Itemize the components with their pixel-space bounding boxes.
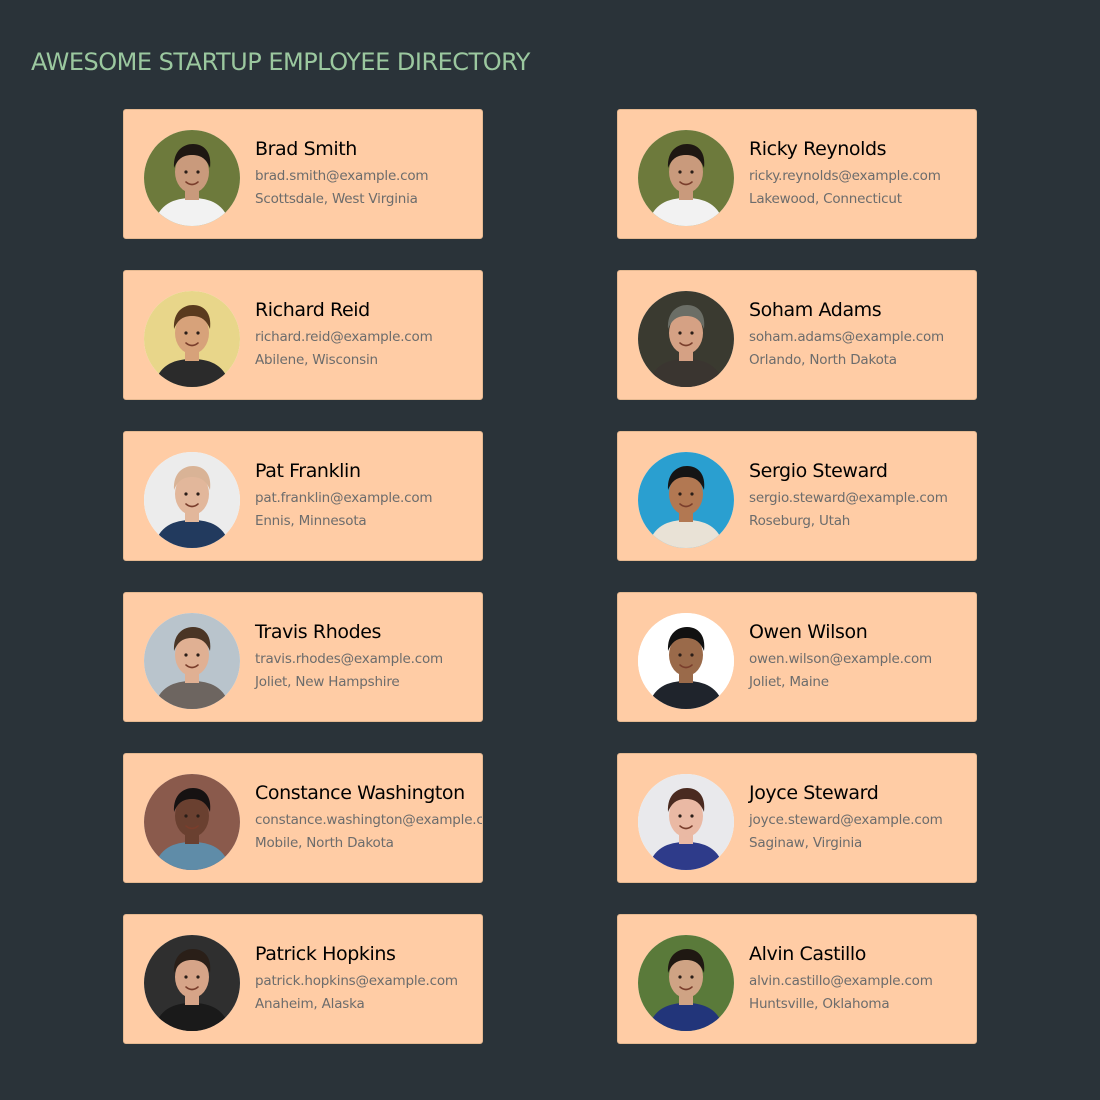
employee-name: Joyce Steward: [749, 782, 879, 804]
portrait-graphic: [638, 774, 734, 870]
employee-location: Ennis, Minnesota: [255, 513, 367, 529]
employee-info: Joyce Steward joyce.steward@example.com …: [749, 781, 943, 852]
employee-photo: [144, 935, 240, 1031]
employee-email: pat.franklin@example.com: [255, 490, 433, 506]
portrait-graphic: [638, 130, 734, 226]
employee-card[interactable]: Joyce Steward joyce.steward@example.com …: [617, 753, 977, 883]
employee-name: Alvin Castillo: [749, 943, 867, 965]
employee-info: Sergio Steward sergio.steward@example.co…: [749, 459, 948, 530]
employee-card[interactable]: Patrick Hopkins patrick.hopkins@example.…: [123, 914, 483, 1044]
employee-email: owen.wilson@example.com: [749, 651, 932, 667]
employee-info: Constance Washington constance.washingto…: [255, 781, 483, 852]
employee-info: Pat Franklin pat.franklin@example.com En…: [255, 459, 433, 530]
employee-name: Ricky Reynolds: [749, 138, 887, 160]
portrait-graphic: [144, 774, 240, 870]
employee-location: Anaheim, Alaska: [255, 996, 365, 1012]
employee-card[interactable]: Owen Wilson owen.wilson@example.com Joli…: [617, 592, 977, 722]
employee-card[interactable]: Soham Adams soham.adams@example.com Orla…: [617, 270, 977, 400]
employee-name: Travis Rhodes: [255, 621, 382, 643]
employee-name: Sergio Steward: [749, 460, 888, 482]
employee-location: Joliet, Maine: [749, 674, 829, 690]
employee-photo: [144, 774, 240, 870]
employee-photo: [144, 291, 240, 387]
employee-photo: [638, 935, 734, 1031]
employee-info: Brad Smith brad.smith@example.com Scotts…: [255, 137, 429, 208]
employee-info: Soham Adams soham.adams@example.com Orla…: [749, 298, 944, 369]
employee-email: ricky.reynolds@example.com: [749, 168, 941, 184]
employee-name: Patrick Hopkins: [255, 943, 396, 965]
employee-card[interactable]: Constance Washington constance.washingto…: [123, 753, 483, 883]
employee-card[interactable]: Sergio Steward sergio.steward@example.co…: [617, 431, 977, 561]
employee-email: brad.smith@example.com: [255, 168, 429, 184]
portrait-graphic: [144, 613, 240, 709]
employee-name: Richard Reid: [255, 299, 370, 321]
employee-email: constance.washington@example.com: [255, 812, 483, 828]
employee-photo: [638, 291, 734, 387]
employee-location: Huntsville, Oklahoma: [749, 996, 890, 1012]
employee-name: Soham Adams: [749, 299, 882, 321]
employee-location: Orlando, North Dakota: [749, 352, 897, 368]
employee-name: Constance Washington: [255, 782, 465, 804]
employee-name: Owen Wilson: [749, 621, 868, 643]
employee-email: travis.rhodes@example.com: [255, 651, 443, 667]
employee-card[interactable]: Travis Rhodes travis.rhodes@example.com …: [123, 592, 483, 722]
employee-location: Saginaw, Virginia: [749, 835, 863, 851]
employee-name: Brad Smith: [255, 138, 357, 160]
employee-photo: [638, 613, 734, 709]
portrait-graphic: [144, 935, 240, 1031]
employee-location: Lakewood, Connecticut: [749, 191, 902, 207]
employee-email: richard.reid@example.com: [255, 329, 433, 345]
employee-email: sergio.steward@example.com: [749, 490, 948, 506]
employee-grid: Brad Smith brad.smith@example.com Scotts…: [123, 109, 977, 1044]
employee-name: Pat Franklin: [255, 460, 361, 482]
employee-photo: [144, 452, 240, 548]
employee-email: alvin.castillo@example.com: [749, 973, 933, 989]
employee-email: soham.adams@example.com: [749, 329, 944, 345]
employee-photo: [638, 452, 734, 548]
employee-photo: [144, 130, 240, 226]
employee-location: Abilene, Wisconsin: [255, 352, 378, 368]
employee-card[interactable]: Ricky Reynolds ricky.reynolds@example.co…: [617, 109, 977, 239]
employee-email: patrick.hopkins@example.com: [255, 973, 458, 989]
employee-location: Roseburg, Utah: [749, 513, 851, 529]
employee-info: Richard Reid richard.reid@example.com Ab…: [255, 298, 433, 369]
employee-info: Alvin Castillo alvin.castillo@example.co…: [749, 942, 933, 1013]
portrait-graphic: [638, 291, 734, 387]
portrait-graphic: [638, 452, 734, 548]
employee-info: Ricky Reynolds ricky.reynolds@example.co…: [749, 137, 941, 208]
employee-location: Joliet, New Hampshire: [255, 674, 400, 690]
employee-photo: [144, 613, 240, 709]
portrait-graphic: [638, 935, 734, 1031]
employee-location: Mobile, North Dakota: [255, 835, 394, 851]
employee-card[interactable]: Alvin Castillo alvin.castillo@example.co…: [617, 914, 977, 1044]
employee-card[interactable]: Richard Reid richard.reid@example.com Ab…: [123, 270, 483, 400]
employee-info: Owen Wilson owen.wilson@example.com Joli…: [749, 620, 932, 691]
portrait-graphic: [144, 291, 240, 387]
page-title: AWESOME STARTUP EMPLOYEE DIRECTORY: [31, 48, 530, 76]
employee-email: joyce.steward@example.com: [749, 812, 943, 828]
employee-photo: [638, 130, 734, 226]
portrait-graphic: [144, 130, 240, 226]
employee-card[interactable]: Pat Franklin pat.franklin@example.com En…: [123, 431, 483, 561]
employee-location: Scottsdale, West Virginia: [255, 191, 418, 207]
portrait-graphic: [638, 613, 734, 709]
employee-info: Travis Rhodes travis.rhodes@example.com …: [255, 620, 443, 691]
employee-card[interactable]: Brad Smith brad.smith@example.com Scotts…: [123, 109, 483, 239]
employee-photo: [638, 774, 734, 870]
employee-info: Patrick Hopkins patrick.hopkins@example.…: [255, 942, 458, 1013]
portrait-graphic: [144, 452, 240, 548]
